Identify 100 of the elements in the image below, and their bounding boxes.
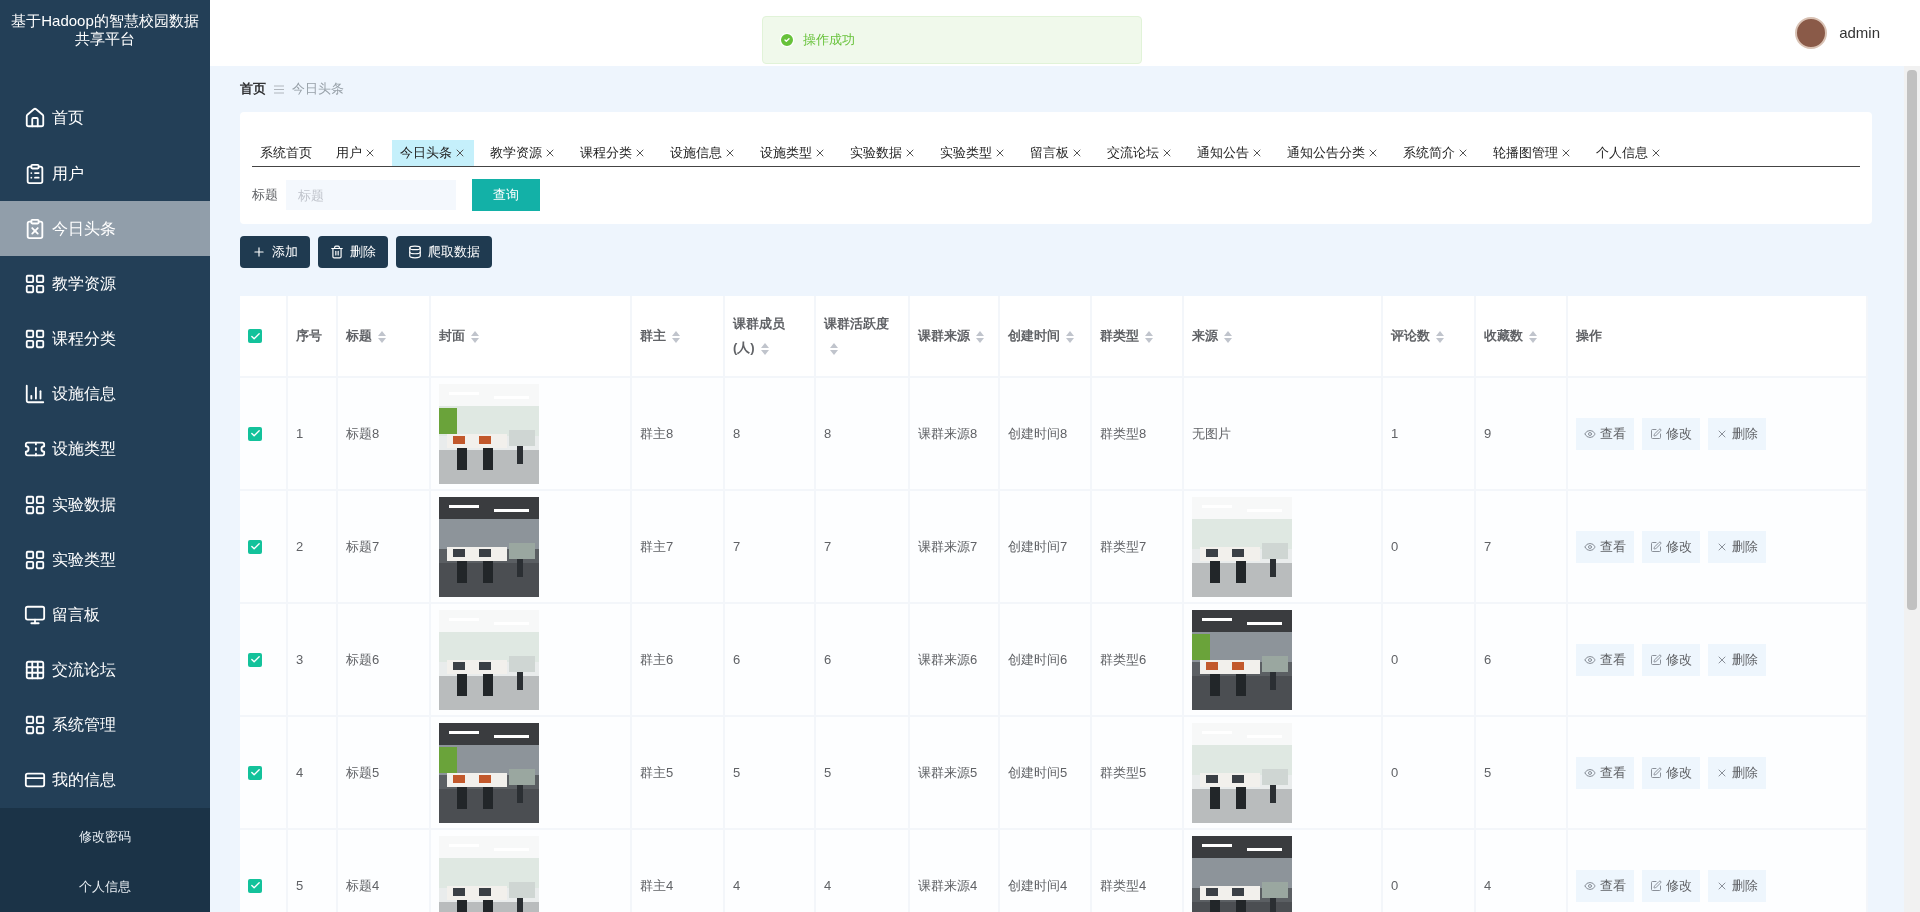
sidebar-item[interactable]: 首页 <box>0 90 210 146</box>
scrollbar[interactable] <box>1904 66 1920 912</box>
tab[interactable]: 用户 <box>328 140 384 166</box>
tab[interactable]: 实验数据 <box>842 140 924 166</box>
close-icon[interactable] <box>814 147 826 159</box>
row-action-button[interactable]: 查看 <box>1576 417 1634 450</box>
tab[interactable]: 课程分类 <box>572 140 654 166</box>
row-action-button[interactable]: 修改 <box>1642 756 1700 789</box>
sort-icon[interactable] <box>672 330 680 343</box>
sort-icon[interactable] <box>976 330 984 343</box>
row-action-button[interactable]: 删除 <box>1708 417 1766 450</box>
sidebar-item[interactable]: 留言板 <box>0 587 210 643</box>
row-action-button[interactable]: 删除 <box>1708 756 1766 789</box>
close-icon[interactable] <box>904 147 916 159</box>
sort-icon[interactable] <box>1529 330 1537 343</box>
submenu-item[interactable]: 修改密码 <box>0 812 210 863</box>
close-icon[interactable] <box>634 147 646 159</box>
row-number: 3 <box>296 651 304 667</box>
action-button[interactable]: 添加 <box>240 236 310 268</box>
row-number: 1 <box>296 425 304 441</box>
eye-icon <box>1584 766 1596 779</box>
action-button[interactable]: 删除 <box>318 236 388 268</box>
tab[interactable]: 实验类型 <box>932 140 1014 166</box>
avatar[interactable] <box>1795 17 1828 49</box>
close-icon[interactable] <box>364 147 376 159</box>
row-action-button[interactable]: 删除 <box>1708 530 1766 563</box>
sort-icon[interactable] <box>1145 330 1153 343</box>
sort-icon[interactable] <box>760 342 769 355</box>
user-name[interactable]: admin <box>1839 21 1880 45</box>
home-icon <box>24 107 46 130</box>
close-icon[interactable] <box>544 147 556 159</box>
tab[interactable]: 设施类型 <box>752 140 834 166</box>
tab[interactable]: 留言板 <box>1022 140 1091 166</box>
sidebar-item[interactable]: 实验类型 <box>0 532 210 588</box>
sidebar-item[interactable]: 教学资源 <box>0 256 210 312</box>
table-cell: 1 <box>1391 425 1399 441</box>
sort-icon[interactable] <box>1066 330 1074 343</box>
sidebar-item[interactable]: 实验数据 <box>0 477 210 533</box>
close-icon[interactable] <box>454 147 466 159</box>
table-cell: 创建时间5 <box>1008 764 1068 780</box>
close-icon[interactable] <box>1161 147 1173 159</box>
checkbox[interactable] <box>248 652 262 667</box>
close-icon[interactable] <box>724 147 736 159</box>
breadcrumb-item[interactable]: 首页 <box>240 79 266 99</box>
row-action-button[interactable]: 查看 <box>1576 869 1634 902</box>
sidebar-item[interactable]: 设施类型 <box>0 421 210 477</box>
close-icon[interactable] <box>1560 147 1572 159</box>
table-cell: 创建时间8 <box>1008 425 1068 441</box>
sort-icon[interactable] <box>378 330 386 343</box>
tab[interactable]: 设施信息 <box>662 140 744 166</box>
tab[interactable]: 个人信息 <box>1588 140 1670 166</box>
checkbox[interactable] <box>248 765 262 780</box>
tab[interactable]: 系统首页 <box>252 140 320 166</box>
submenu-item[interactable]: 个人信息 <box>0 862 210 912</box>
database-icon <box>408 245 422 259</box>
row-action-button[interactable]: 查看 <box>1576 530 1634 563</box>
action-button[interactable]: 爬取数据 <box>396 236 492 268</box>
tab[interactable]: 通知公告分类 <box>1279 140 1387 166</box>
close-icon[interactable] <box>1650 147 1662 159</box>
sidebar-item[interactable]: 系统管理 <box>0 697 210 753</box>
sort-icon[interactable] <box>1436 330 1444 343</box>
close-icon[interactable] <box>994 147 1006 159</box>
row-action-button[interactable]: 修改 <box>1642 530 1700 563</box>
sidebar-item[interactable]: 我的信息 <box>0 752 210 809</box>
tab[interactable]: 轮播图管理 <box>1485 140 1580 166</box>
checkbox[interactable] <box>248 426 262 441</box>
close-icon[interactable] <box>1251 147 1263 159</box>
sidebar-item[interactable]: 用户 <box>0 146 210 202</box>
sort-icon[interactable] <box>471 330 479 343</box>
row-action-button[interactable]: 查看 <box>1576 643 1634 676</box>
row-action-button[interactable]: 删除 <box>1708 643 1766 676</box>
tab[interactable]: 系统简介 <box>1395 140 1477 166</box>
table-cell: 课群来源4 <box>918 877 978 893</box>
row-action-button[interactable]: 删除 <box>1708 869 1766 902</box>
checkbox[interactable] <box>248 539 262 554</box>
trash-icon <box>330 245 344 259</box>
tab[interactable]: 今日头条 <box>392 140 474 166</box>
close-icon[interactable] <box>1457 147 1469 159</box>
table-cell: 0 <box>1391 651 1399 667</box>
tab[interactable]: 教学资源 <box>482 140 564 166</box>
checkbox[interactable] <box>248 329 262 343</box>
row-action-button[interactable]: 修改 <box>1642 417 1700 450</box>
sidebar-item[interactable]: 课程分类 <box>0 311 210 367</box>
clipboard-icon <box>24 162 46 185</box>
sort-icon[interactable] <box>1224 330 1232 343</box>
tab[interactable]: 交流论坛 <box>1099 140 1181 166</box>
row-action-button[interactable]: 查看 <box>1576 756 1634 789</box>
sidebar-item[interactable]: 设施信息 <box>0 366 210 422</box>
sort-icon[interactable] <box>830 342 838 355</box>
grid-icon <box>24 548 46 571</box>
tab[interactable]: 通知公告 <box>1189 140 1271 166</box>
table-cell: 5 <box>824 764 832 780</box>
close-icon[interactable] <box>1367 147 1379 159</box>
row-action-button[interactable]: 修改 <box>1642 643 1700 676</box>
close-icon[interactable] <box>1071 147 1083 159</box>
sidebar-item[interactable]: 交流论坛 <box>0 642 210 698</box>
table-cell: 创建时间6 <box>1008 651 1068 667</box>
grid-icon <box>24 714 46 737</box>
checkbox[interactable] <box>248 878 262 893</box>
row-action-button[interactable]: 修改 <box>1642 869 1700 902</box>
